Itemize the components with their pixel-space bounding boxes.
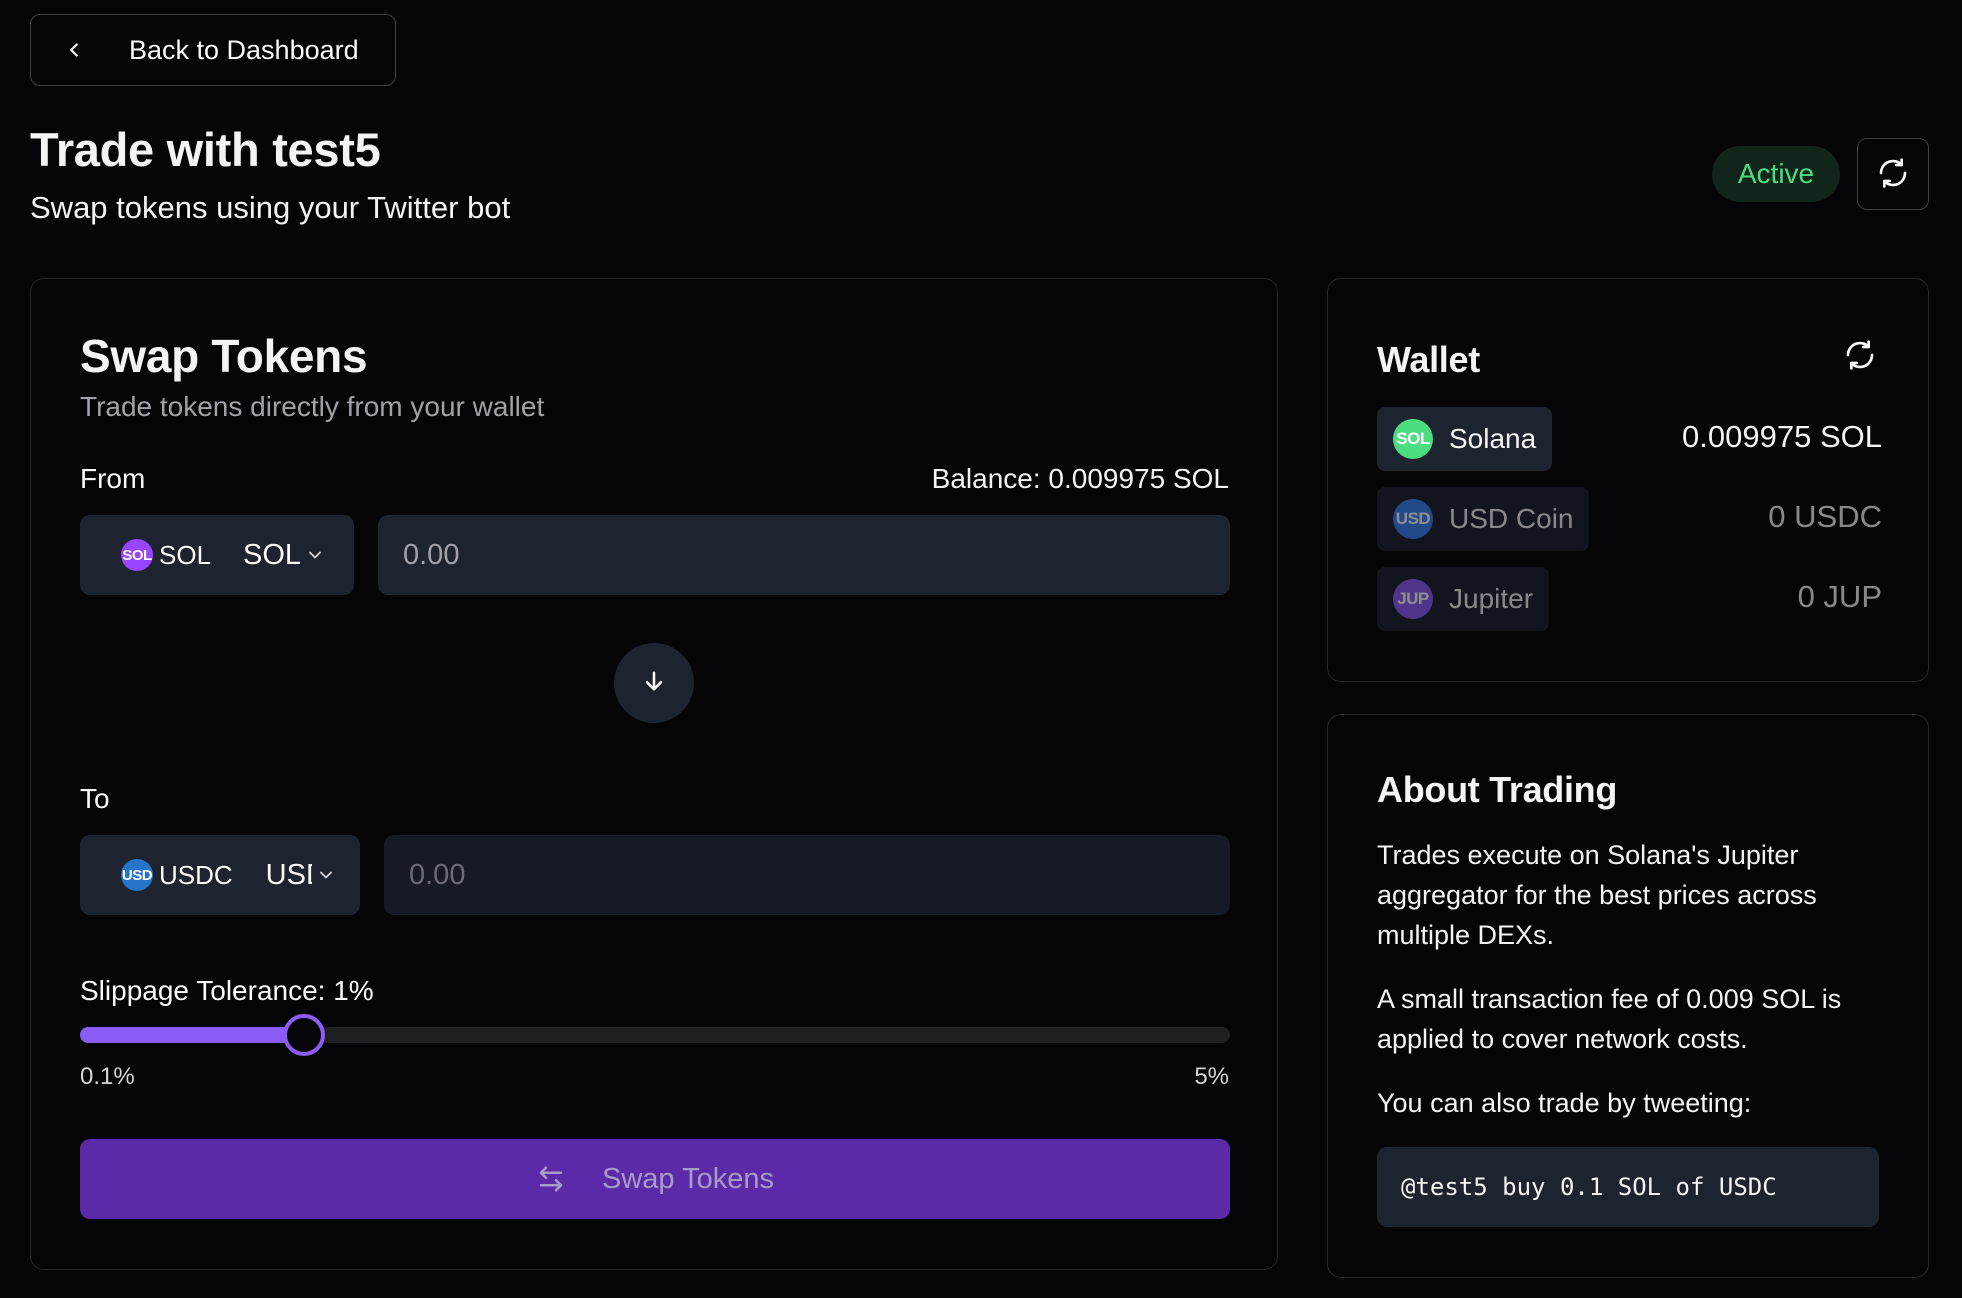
slippage-min-label: 0.1%	[80, 1063, 135, 1090]
swap-tokens-label: Swap Tokens	[602, 1162, 774, 1195]
about-paragraph-1: Trades execute on Solana's Jupiter aggre…	[1377, 840, 1817, 950]
swap-card: Swap Tokens Trade tokens directly from y…	[30, 278, 1278, 1270]
slippage-slider-fill	[80, 1027, 304, 1043]
back-to-dashboard-button[interactable]: Back to Dashboard	[30, 14, 396, 86]
from-label: From	[80, 463, 146, 494]
wallet-card: Wallet SOL Solana 0.009975 SOL USD USD C…	[1327, 278, 1929, 682]
sol-token-icon: SOL	[121, 539, 153, 571]
to-label: To	[80, 783, 110, 814]
wallet-row-solana: SOL Solana 0.009975 SOL	[1377, 407, 1882, 471]
wallet-row-jupiter: JUP Jupiter 0 JUP	[1377, 567, 1882, 631]
tweet-example-code: @test5 buy 0.1 SOL of USDC	[1377, 1147, 1879, 1227]
chevron-down-icon	[305, 545, 325, 565]
swap-tokens-button[interactable]: Swap Tokens	[80, 1139, 1230, 1219]
swap-card-title: Swap Tokens	[80, 330, 368, 382]
slippage-label: Slippage Tolerance: 1%	[80, 975, 374, 1006]
wallet-title: Wallet	[1377, 339, 1480, 380]
status-badge: Active	[1712, 146, 1840, 202]
arrow-down-icon	[640, 667, 668, 700]
token-chip: USD USD Coin	[1377, 487, 1590, 551]
trade-page: Back to Dashboard Trade with test5 Swap …	[0, 0, 1962, 1298]
about-title: About Trading	[1377, 769, 1618, 810]
to-token-name: USDC	[159, 859, 233, 890]
from-token-select[interactable]: SOL SOL SOL	[80, 515, 354, 595]
refresh-icon	[1877, 157, 1909, 192]
from-balance: Balance: 0.009975 SOL	[931, 463, 1229, 494]
about-paragraph-2: A small transaction fee of 0.009 SOL is …	[1377, 984, 1842, 1054]
to-amount-input[interactable]	[384, 835, 1230, 915]
token-name: USD Coin	[1449, 503, 1574, 534]
about-paragraph-3: You can also trade by tweeting:	[1377, 1088, 1752, 1118]
slippage-max-label: 5%	[1194, 1063, 1229, 1090]
page-title: Trade with test5	[30, 123, 381, 176]
about-trading-card: About Trading Trades execute on Solana's…	[1327, 714, 1929, 1278]
slippage-slider[interactable]	[80, 1014, 1230, 1056]
swap-direction-button[interactable]	[614, 643, 694, 723]
wallet-refresh-button[interactable]	[1840, 337, 1880, 377]
back-label: Back to Dashboard	[129, 34, 359, 65]
chevron-down-icon	[316, 865, 336, 885]
swap-arrows-icon	[536, 1163, 568, 1195]
token-name: Solana	[1449, 423, 1537, 454]
usdc-token-icon: USD	[121, 859, 153, 891]
token-name: Jupiter	[1449, 583, 1534, 614]
usdc-token-icon: USD	[1393, 499, 1433, 539]
token-chip: SOL Solana	[1377, 407, 1553, 471]
from-amount-input[interactable]	[378, 515, 1230, 595]
refresh-icon	[1844, 339, 1876, 376]
from-token-value: SOL	[243, 538, 302, 571]
to-token-value: USDC	[265, 858, 312, 891]
refresh-button[interactable]	[1857, 138, 1929, 210]
jup-token-icon: JUP	[1393, 579, 1433, 619]
page-subtitle: Swap tokens using your Twitter bot	[30, 190, 511, 225]
token-chip: JUP Jupiter	[1377, 567, 1550, 631]
token-balance: 0 USDC	[1768, 499, 1882, 534]
slippage-slider-thumb[interactable]	[283, 1014, 325, 1056]
from-token-name: SOL	[159, 539, 212, 570]
token-balance: 0.009975 SOL	[1682, 419, 1882, 454]
sol-token-icon: SOL	[1393, 419, 1433, 459]
wallet-row-usdc: USD USD Coin 0 USDC	[1377, 487, 1882, 551]
to-token-select[interactable]: USD USDC USDC	[80, 835, 360, 915]
chevron-left-icon	[63, 39, 85, 61]
token-balance: 0 JUP	[1797, 579, 1882, 614]
swap-card-subtitle: Trade tokens directly from your wallet	[80, 391, 545, 422]
